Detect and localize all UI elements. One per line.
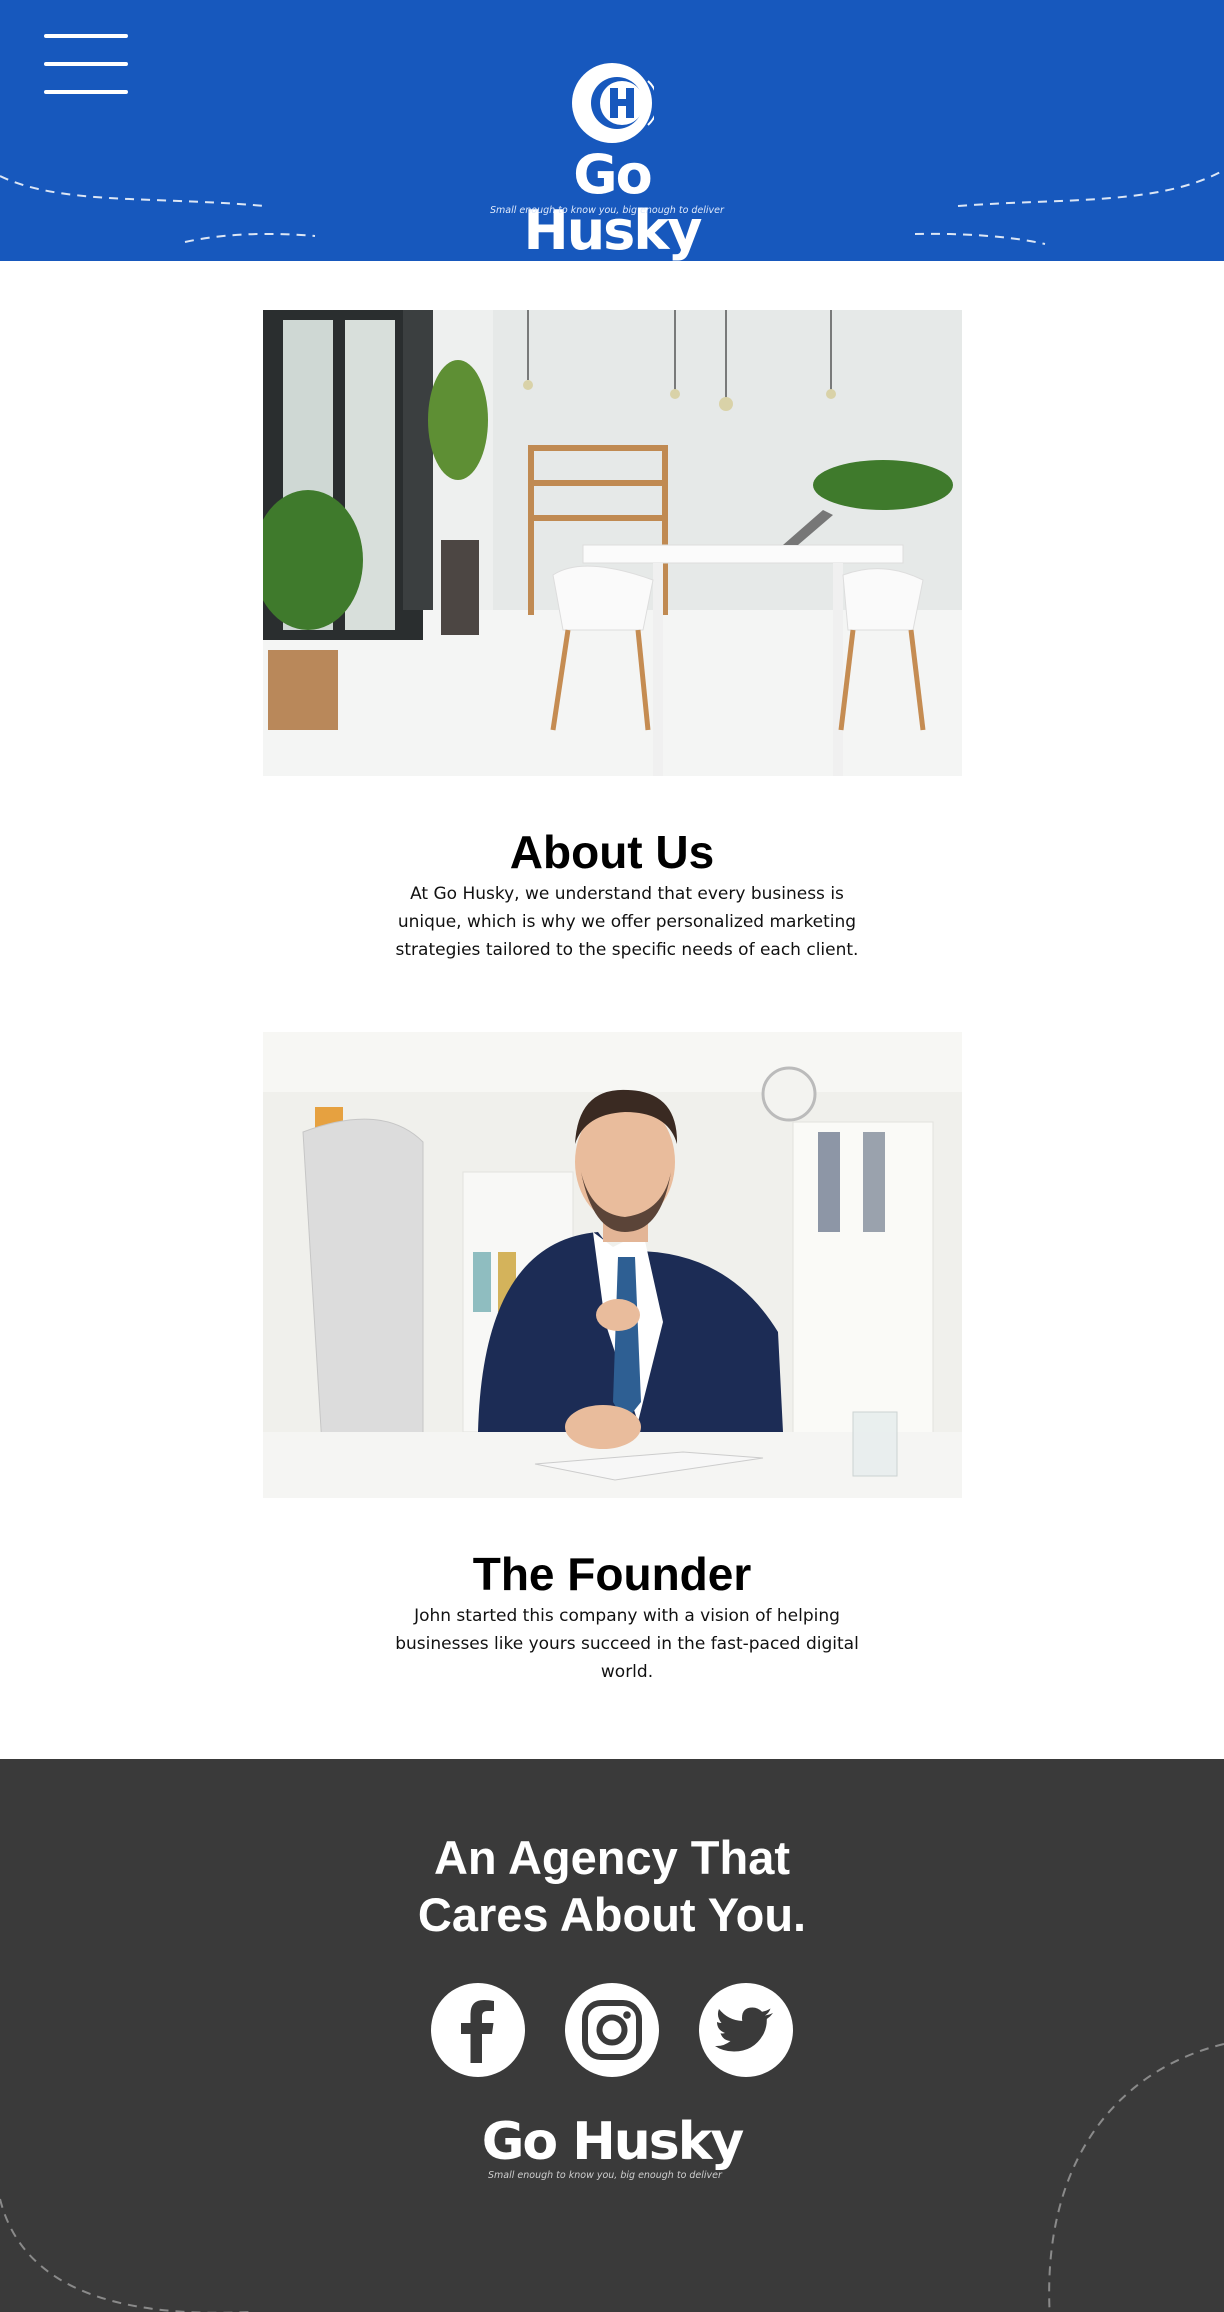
footer-logo[interactable]: Go Husky Small enough to know you, big e…	[480, 2114, 744, 2194]
footer-logo-wordmark: Go Husky	[481, 2112, 744, 2172]
office-photo	[263, 310, 962, 776]
logo-wordmark: Go Husky	[523, 143, 703, 261]
footer-logo-tagline: Small enough to know you, big enough to …	[488, 2170, 722, 2181]
twitter-link[interactable]	[699, 1983, 793, 2077]
logo-tagline: Small enough to know you, big enough to …	[490, 205, 724, 216]
header-logo[interactable]: Go Husky Small enough to know you, big e…	[480, 55, 744, 259]
facebook-link[interactable]	[431, 1983, 525, 2077]
go-husky-mark-icon	[572, 63, 654, 143]
site-footer: An Agency That Cares About You. Go Husky…	[0, 1759, 1224, 2312]
about-us-text: At Go Husky, we understand that every bu…	[395, 884, 859, 960]
about-us-title: About Us	[509, 826, 715, 878]
menu-line	[44, 62, 128, 66]
instagram-icon	[582, 2000, 642, 2060]
founder-title: The Founder	[472, 1548, 752, 1600]
twitter-icon	[715, 2007, 773, 2052]
site-header: Go Husky Small enough to know you, big e…	[0, 0, 1224, 261]
facebook-icon	[461, 2000, 494, 2063]
menu-button[interactable]	[44, 34, 128, 96]
instagram-link[interactable]	[565, 1983, 659, 2077]
footer-heading-line1: An Agency That	[433, 1831, 790, 1884]
founder-text: John started this company with a vision …	[395, 1606, 859, 1682]
menu-line	[44, 34, 128, 38]
footer-heading: An Agency That Cares About You.	[262, 1829, 962, 1943]
footer-heading-line2: Cares About You.	[417, 1888, 807, 1941]
founder-photo	[263, 1032, 962, 1498]
menu-line	[44, 90, 128, 94]
